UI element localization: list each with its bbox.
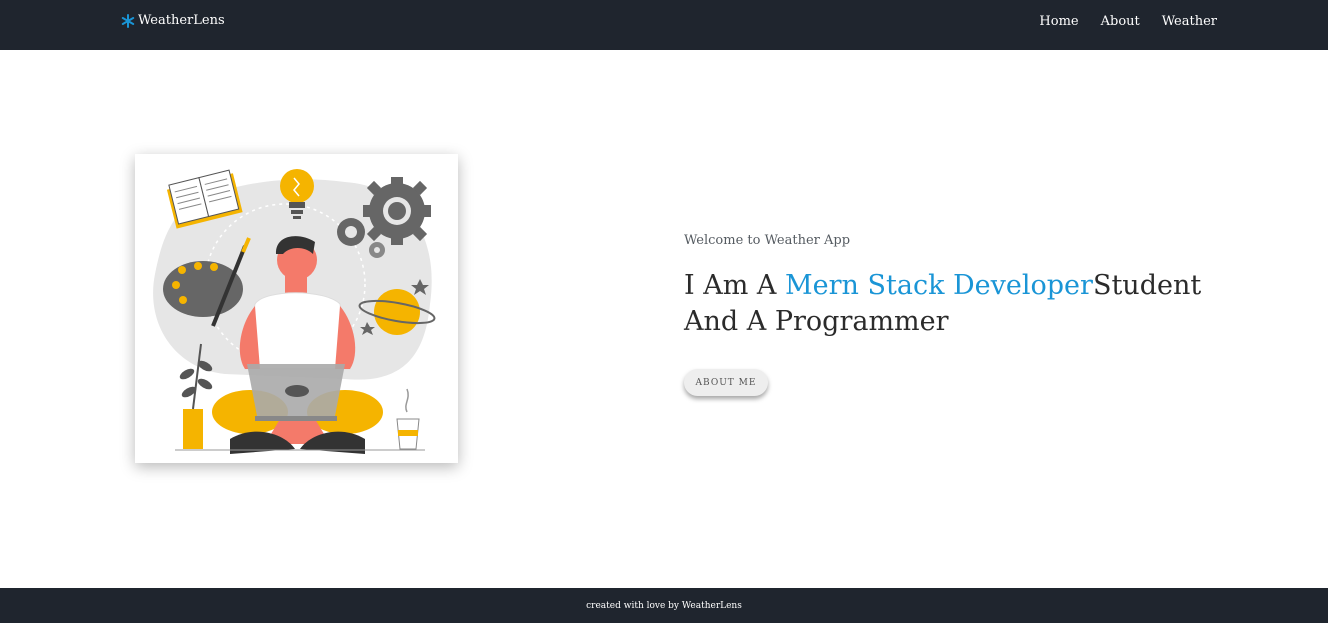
about-me-button[interactable]: ABOUT ME [684,369,768,396]
brand-link[interactable]: WeatherLens [121,13,225,28]
nav-link-weather[interactable]: Weather [1162,14,1217,29]
hero-illustration [135,154,458,463]
headline-accent: Mern Stack Developer [785,270,1093,301]
navbar: WeatherLens Home About Weather [0,0,1328,50]
footer: created with love by WeatherLens [0,588,1328,623]
brand-name: WeatherLens [138,13,225,28]
nav-link-home[interactable]: Home [1039,14,1078,29]
hero-headline: I Am A Mern Stack DeveloperStudent And A… [684,268,1244,340]
footer-text: created with love by WeatherLens [586,600,742,611]
nav-link-about[interactable]: About [1101,14,1140,29]
developer-illustration [153,169,436,454]
headline-prefix: I Am A [684,270,786,301]
snowflake-icon [121,13,135,28]
nav-links: Home About Weather [1039,14,1217,29]
welcome-text: Welcome to Weather App [684,233,851,248]
